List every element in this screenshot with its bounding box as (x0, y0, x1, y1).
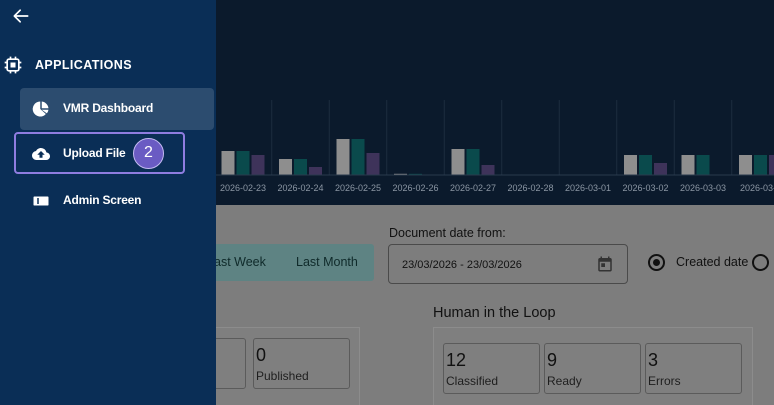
sidebar-drawer: APPLICATIONS VMR Dashboard Upload File 2… (0, 0, 216, 405)
cloud-upload-icon (32, 148, 50, 160)
sidebar-item-label: VMR Dashboard (63, 101, 154, 115)
x-tick-label: 2026-02-26 (392, 183, 438, 193)
x-tick-label: 2026-03-02 (622, 183, 668, 193)
chart-bar (336, 139, 350, 175)
chart-bar (754, 155, 767, 175)
chart-bar (279, 159, 292, 175)
chart-bar (466, 149, 480, 175)
chart-bar (351, 139, 365, 175)
created-date-radio[interactable] (648, 254, 665, 271)
chart-bar (481, 165, 495, 175)
chart-bar (221, 151, 235, 175)
sidebar-item-vmr-dashboard[interactable]: VMR Dashboard (20, 88, 214, 130)
pie-chart-icon (32, 101, 49, 117)
sidebar-item-label: Upload File (63, 146, 126, 160)
chart-bar (639, 155, 652, 175)
sidebar-item-label: Admin Screen (63, 193, 142, 207)
stat-label: Published (256, 369, 309, 383)
chart-bar (309, 167, 322, 175)
stat-value: 12 (446, 350, 467, 370)
back-arrow-icon[interactable] (11, 6, 31, 26)
chart-bar (739, 155, 752, 175)
chart-bar (769, 155, 774, 175)
chart-bar (451, 149, 465, 175)
sidebar-item-upload-file[interactable]: Upload File 2 (14, 132, 185, 174)
date-label: Document date from: (389, 226, 506, 240)
stat-card-classified: 12 Classified (443, 343, 540, 394)
stat-card-ready: 9 Ready (544, 343, 641, 394)
section-title: APPLICATIONS (35, 58, 132, 72)
stat-label: Errors (648, 374, 681, 388)
stat-card-published: 0 Published (253, 338, 350, 389)
tab-last-month[interactable]: Last Month (296, 255, 358, 269)
period-tabs: ast Week Last Month (190, 244, 374, 281)
chart-bar (654, 163, 667, 175)
tab-last-week[interactable]: ast Week (214, 255, 266, 269)
step-badge: 2 (133, 138, 164, 169)
sidebar-item-admin-screen[interactable]: Admin Screen (20, 180, 214, 222)
hitl-title: Human in the Loop (433, 305, 556, 321)
chart-bar (294, 159, 307, 175)
chart-bar (696, 155, 710, 175)
x-tick-label: 2026-02-24 (277, 183, 323, 193)
chart-bar (624, 155, 637, 175)
chart-bar (251, 155, 265, 175)
date-range-value: 23/03/2026 - 23/03/2026 (402, 259, 522, 271)
chip-icon (4, 56, 22, 74)
stat-value: 3 (648, 350, 659, 370)
stat-label: Classified (446, 374, 499, 388)
admin-screen-icon (33, 196, 49, 206)
x-tick-label: 2026-03-0 (740, 183, 774, 193)
stat-value: 9 (547, 350, 558, 370)
stat-label: Ready (547, 374, 582, 388)
chart-bar (681, 155, 695, 175)
x-tick-label: 2026-02-28 (507, 183, 553, 193)
other-date-radio[interactable] (752, 254, 769, 271)
x-tick-label: 2026-03-03 (680, 183, 726, 193)
x-tick-label: 2026-02-25 (335, 183, 381, 193)
x-tick-label: 2026-02-27 (450, 183, 496, 193)
x-tick-label: 2026-02-23 (220, 183, 266, 193)
x-tick-label: 2026-03-01 (565, 183, 611, 193)
stat-card-errors: 3 Errors (645, 343, 742, 394)
calendar-icon[interactable] (596, 255, 614, 273)
created-date-label: Created date (676, 255, 749, 269)
chart-bar (366, 153, 380, 175)
date-range-field[interactable]: 23/03/2026 - 23/03/2026 (388, 244, 628, 284)
chart-bar (236, 151, 250, 175)
stat-value: 0 (256, 345, 267, 365)
